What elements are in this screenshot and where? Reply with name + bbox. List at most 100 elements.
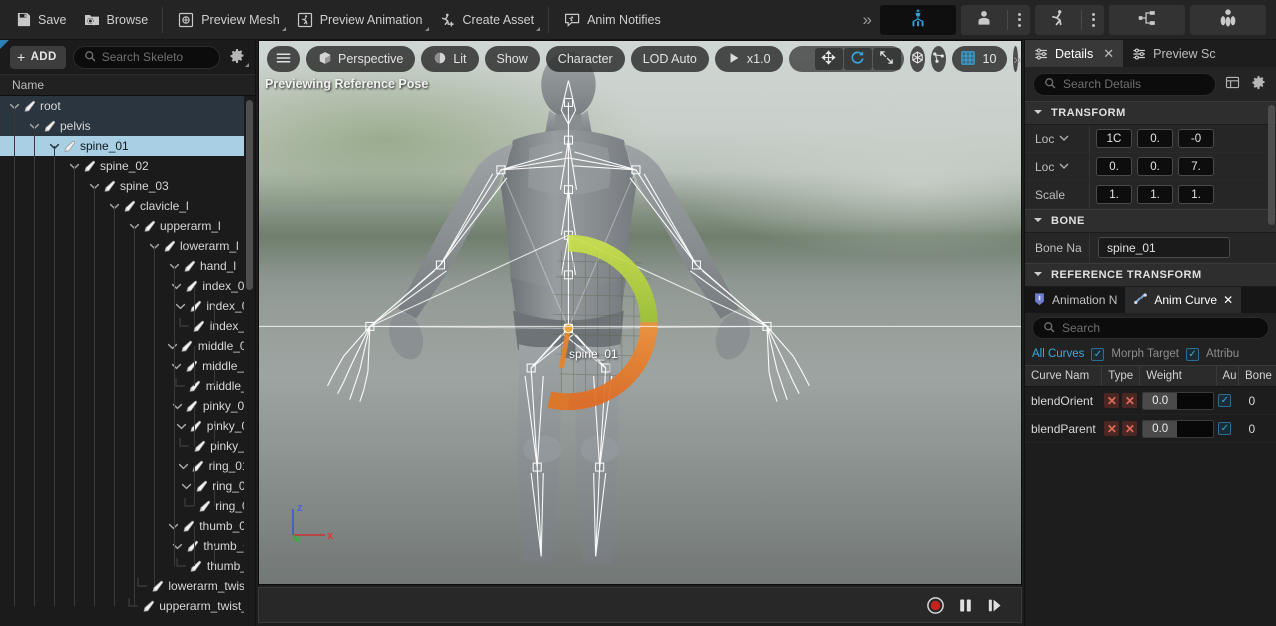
tree-item-upperarm_twist_01_l[interactable]: upperarm_twist_01_l [0, 596, 255, 616]
transform-value-field[interactable]: -0 [1178, 129, 1214, 148]
tree-item-ring_01_l[interactable]: ring_01_l [0, 456, 255, 476]
chevron-down-icon[interactable] [180, 476, 193, 496]
viewport-3d[interactable]: Perspective Lit Show Character LOD Auto … [258, 40, 1022, 585]
scale-gizmo-button[interactable] [872, 48, 901, 70]
select-gizmo-button[interactable] [792, 48, 814, 70]
tree-item-thumb_02_l[interactable]: thumb_02_l [0, 536, 255, 556]
column-type[interactable]: Type [1102, 366, 1141, 386]
details-scrollbar-thumb[interactable] [1268, 105, 1275, 225]
pause-button[interactable] [957, 597, 974, 614]
transform-value-field[interactable]: 1. [1137, 185, 1173, 204]
chevron-down-icon[interactable] [1059, 132, 1069, 146]
step-forward-button[interactable] [986, 597, 1003, 614]
tree-item-lowerarm_twist_01_[interactable]: lowerarm_twist_01_ [0, 576, 255, 596]
details-settings-button[interactable] [1249, 75, 1268, 94]
close-icon[interactable]: ✕ [1103, 46, 1114, 62]
record-button[interactable] [926, 596, 945, 615]
tree-item-pinky_01_l[interactable]: pinky_01_l [0, 396, 255, 416]
details-search-input[interactable]: Search Details [1033, 72, 1216, 96]
chevron-down-icon[interactable] [166, 336, 179, 356]
tree-item-root[interactable]: root [0, 96, 255, 116]
tree-item-middle_02_l[interactable]: middle_02_l [0, 356, 255, 376]
viewport-view-mode-button[interactable]: Perspective [306, 46, 416, 72]
section-bone[interactable]: BONE [1025, 209, 1276, 233]
bone-name-field[interactable]: spine_01 [1098, 237, 1230, 258]
mode-button-skeleton[interactable] [880, 4, 956, 35]
tree-item-hand_l[interactable]: hand_l [0, 256, 255, 276]
tree-item-pinky_03_l[interactable]: pinky_03_l [0, 436, 255, 456]
mode-button-blueprint[interactable] [1109, 4, 1185, 35]
curve-weight-cell[interactable]: 0.0 [1140, 387, 1216, 414]
column-curve-name[interactable]: Curve Nam [1025, 366, 1103, 386]
tree-item-pinky_02_l[interactable]: pinky_02_l [0, 416, 255, 436]
toolbar-preview-mesh-button[interactable]: Preview Mesh [169, 5, 288, 35]
transform-value-field[interactable]: 0. [1096, 157, 1132, 176]
tree-scrollbar-track[interactable] [244, 96, 255, 626]
curve-weight-cell[interactable]: 0.0 [1140, 415, 1216, 442]
tree-scrollbar-thumb[interactable] [246, 100, 253, 290]
toolbar-save-button[interactable]: Save [6, 5, 75, 35]
curve-row[interactable]: blendOrient ✕ ✕ 0.0 ✓ 0 [1025, 387, 1276, 415]
translate-gizmo-button[interactable] [814, 48, 843, 70]
grid-view-button[interactable] [1223, 75, 1242, 94]
close-icon[interactable]: ✕ [1223, 293, 1233, 307]
transform-value-field[interactable]: 0. [1137, 129, 1173, 148]
tree-item-index_03_l[interactable]: index_03_l [0, 316, 255, 336]
skeleton-search-input[interactable]: Search Skeleto [72, 45, 220, 69]
column-weight[interactable]: Weight [1140, 366, 1217, 386]
chevron-down-icon[interactable] [424, 26, 429, 31]
skeleton-tree[interactable]: root pelvis spine_01 spine_02 spine_03 clavic… [0, 96, 255, 626]
transform-value-field[interactable]: 7. [1178, 157, 1214, 176]
transform-value-field[interactable]: 1C [1096, 129, 1132, 148]
curve-auto-checkbox[interactable]: ✓ [1218, 394, 1232, 407]
tree-item-lowerarm_l[interactable]: lowerarm_l [0, 236, 255, 256]
viewport-lod-button[interactable]: LOD Auto [630, 46, 709, 72]
viewport-character-button[interactable]: Character [545, 46, 625, 72]
world-space-toggle[interactable] [909, 46, 925, 72]
viewport-menu-button[interactable] [267, 46, 300, 72]
tree-item-middle_03_l[interactable]: middle_03_l [0, 376, 255, 396]
tab-details[interactable]: Details ✕ [1025, 40, 1124, 67]
tab-animation-notifies[interactable]: Animation N [1025, 287, 1126, 313]
animation-options-button[interactable] [1082, 5, 1104, 35]
chevron-down-icon[interactable] [171, 396, 184, 416]
tree-item-middle_01_l[interactable]: middle_01_l [0, 336, 255, 356]
chevron-down-icon[interactable] [175, 416, 188, 436]
skeleton-settings-button[interactable] [227, 47, 249, 67]
mode-button-physics[interactable] [1190, 4, 1266, 35]
morph-disabled-icon[interactable]: ✕ [1104, 393, 1120, 408]
mode-button-mesh[interactable] [961, 5, 1007, 35]
weight-slider[interactable]: 0.0 [1142, 391, 1215, 410]
filter-morph-target-checkbox[interactable]: ✓ [1091, 347, 1105, 361]
anim-curves-search-input[interactable]: Search [1032, 317, 1269, 339]
rotate-gizmo-button[interactable] [843, 48, 872, 70]
viewport-lighting-button[interactable]: Lit [421, 46, 479, 72]
mode-button-animation[interactable] [1035, 5, 1081, 35]
toolbar-anim-notifies-button[interactable]: Anim Notifies [555, 5, 669, 35]
chevron-down-icon[interactable] [281, 26, 286, 31]
morph-disabled-icon[interactable]: ✕ [1104, 421, 1120, 436]
toolbar-preview-animation-button[interactable]: Preview Animation [288, 5, 431, 35]
chevron-down-icon[interactable] [170, 356, 183, 376]
tree-item-clavicle_l[interactable]: clavicle_l [0, 196, 255, 216]
tree-item-thumb_03_l[interactable]: thumb_03_l [0, 556, 255, 576]
grid-snap-button[interactable]: 10 [951, 46, 1008, 72]
transform-value-field[interactable]: 0. [1137, 157, 1173, 176]
tree-item-spine_01[interactable]: spine_01 [0, 136, 255, 156]
chevron-down-icon[interactable] [245, 63, 249, 67]
tree-item-spine_03[interactable]: spine_03 [0, 176, 255, 196]
transform-value-field[interactable]: 1. [1096, 185, 1132, 204]
transform-value-field[interactable]: 1. [1178, 185, 1214, 204]
column-auto[interactable]: Au [1217, 366, 1239, 386]
curve-row[interactable]: blendParent ✕ ✕ 0.0 ✓ 0 [1025, 415, 1276, 443]
tree-item-spine_02[interactable]: spine_02 [0, 156, 255, 176]
section-transform[interactable]: TRANSFORM [1025, 101, 1276, 125]
tab-preview-scene[interactable]: Preview Sc [1123, 40, 1225, 67]
material-disabled-icon[interactable]: ✕ [1122, 393, 1138, 408]
tab-anim-curve[interactable]: Anim Curve ✕ [1125, 287, 1242, 313]
tree-item-thumb_01_l[interactable]: thumb_01_l [0, 516, 255, 536]
add-button[interactable]: + ADD [10, 45, 66, 69]
viewport-playrate-button[interactable]: x1.0 [714, 46, 783, 72]
surface-snap-toggle[interactable] [930, 46, 946, 72]
section-reference-transform[interactable]: REFERENCE TRANSFORM [1025, 263, 1276, 287]
